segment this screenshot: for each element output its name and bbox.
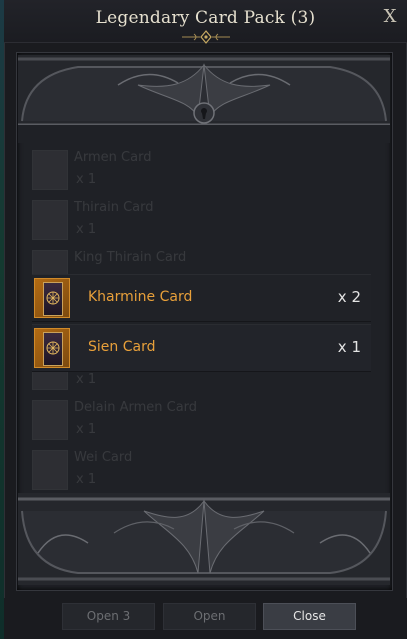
item-name: King Thirain Card	[74, 250, 187, 265]
title-bar: Legendary Card Pack (3) X	[4, 0, 407, 44]
card-name: Kharmine Card	[88, 289, 193, 305]
list-item: Delain Armen Card x 1	[30, 396, 372, 446]
card-icon	[34, 328, 70, 368]
item-name: Wei Card	[74, 450, 133, 465]
ornate-frame-bottom	[18, 493, 390, 585]
close-button[interactable]: Close	[263, 603, 356, 630]
window-title: Legendary Card Pack (3)	[95, 8, 316, 28]
card-name: Sien Card	[88, 339, 156, 355]
card-icon	[32, 450, 68, 490]
item-name: Thirain Card	[74, 200, 154, 215]
card-row-kharmine[interactable]: Kharmine Card x 2	[32, 274, 371, 322]
card-list: Armen Card x 1 Thirain Card x 1 King Thi…	[30, 146, 372, 490]
card-icon	[32, 200, 68, 240]
card-row-sien[interactable]: Sien Card x 1	[32, 324, 371, 372]
card-icon	[32, 150, 68, 190]
open-3-button[interactable]: Open 3	[62, 603, 155, 630]
close-icon[interactable]: X	[380, 6, 400, 28]
item-qty: x 1	[76, 422, 97, 437]
item-name: Armen Card	[74, 150, 152, 165]
title-ornament-icon	[182, 30, 230, 44]
ornate-frame-top	[18, 55, 390, 143]
item-qty: x 1	[76, 472, 97, 487]
item-qty: x 1	[76, 172, 97, 187]
item-name: Delain Armen Card	[74, 400, 198, 415]
list-item: Wei Card x 1	[30, 446, 372, 496]
item-qty: x 1	[76, 372, 97, 387]
item-qty: x 1	[76, 222, 97, 237]
card-quantity: x 2	[337, 288, 361, 306]
list-item: Armen Card x 1	[30, 146, 372, 196]
open-button[interactable]: Open	[163, 603, 256, 630]
list-item: Thirain Card x 1	[30, 196, 372, 246]
card-icon	[32, 400, 68, 440]
card-quantity: x 1	[337, 338, 361, 356]
card-icon	[34, 278, 70, 318]
